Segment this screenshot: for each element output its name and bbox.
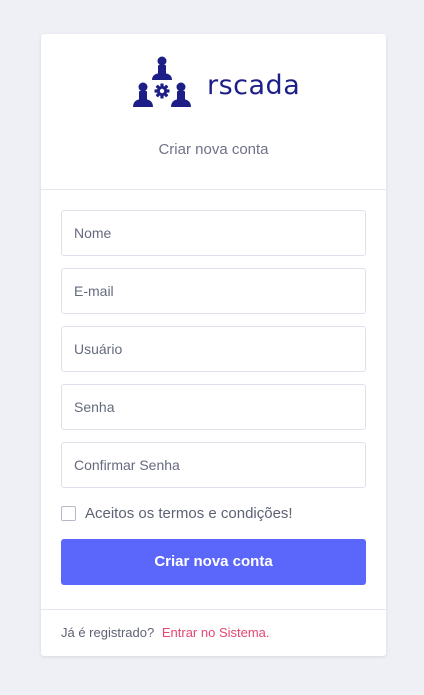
create-account-button[interactable]: Criar nova conta [61,539,366,585]
card-footer: Já é registrado? Entrar no Sistema. [41,609,386,656]
password-field[interactable] [61,384,366,430]
brand-logo: rscada [133,56,300,112]
terms-label[interactable]: Aceitos os termos e condições! [85,505,293,522]
register-card: rscada Criar nova conta Aceitos os termo… [41,34,386,656]
terms-checkbox[interactable] [61,505,76,521]
username-field[interactable] [61,326,366,372]
page-subtitle: Criar nova conta [158,141,269,158]
scada-people-gear-icon [133,56,191,107]
terms-row: Aceitos os termos e condições! [61,503,366,523]
brand-name: rscada [207,69,301,101]
card-header: rscada Criar nova conta [41,34,386,190]
name-field[interactable] [61,210,366,256]
confirm-password-field[interactable] [61,442,366,488]
register-form: Aceitos os termos e condições! Criar nov… [41,190,386,585]
footer-prompt: Já é registrado? [61,625,155,640]
email-field[interactable] [61,268,366,314]
login-link[interactable]: Entrar no Sistema. [162,625,270,640]
